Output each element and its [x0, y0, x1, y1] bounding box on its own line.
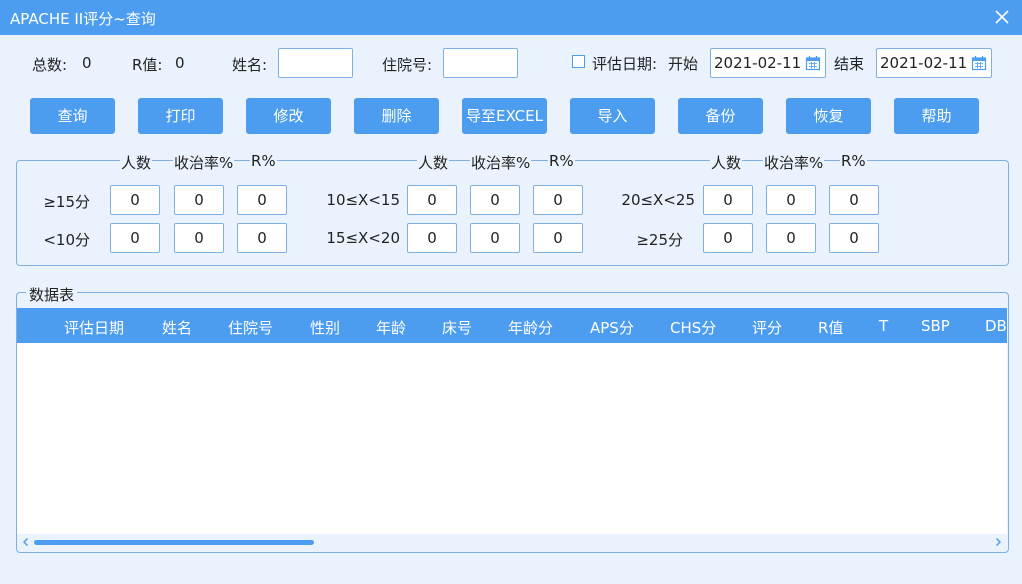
date-filter-checkbox[interactable] [572, 55, 585, 68]
range-label: <10分 [43, 231, 90, 249]
count-header: 人数 [710, 152, 743, 173]
admission-no-input[interactable] [443, 48, 518, 78]
export-excel-button[interactable]: 导至EXCEL [462, 98, 547, 134]
r-percent-value: 0 [829, 223, 879, 253]
r-percent-header: R% [548, 152, 575, 170]
delete-button[interactable]: 删除 [354, 98, 439, 134]
total-label: 总数: [32, 56, 68, 74]
admission-rate-value: 0 [174, 223, 224, 253]
admission-rate-value: 0 [766, 185, 816, 215]
chevron-right-icon[interactable] [993, 537, 1003, 547]
col-header-name[interactable]: 姓名 [162, 317, 192, 338]
admission-rate-value: 0 [470, 185, 520, 215]
count-value: 0 [703, 223, 753, 253]
total-value: 0 [82, 54, 92, 72]
col-header-assess-date[interactable]: 评估日期 [64, 317, 124, 338]
range-label: 15≤X<20 [326, 229, 400, 247]
r-percent-value: 0 [829, 185, 879, 215]
range-label: ≥25分 [636, 231, 683, 249]
count-value: 0 [110, 185, 160, 215]
count-value: 0 [407, 223, 457, 253]
range-label: ≥15分 [43, 193, 90, 211]
col-header-age[interactable]: 年龄 [376, 317, 406, 338]
admission-rate-header: 收治率% [173, 152, 235, 173]
col-header-sbp[interactable]: SBP [921, 317, 950, 335]
admission-no-label: 住院号: [382, 56, 433, 74]
r-percent-value: 0 [533, 223, 583, 253]
count-header: 人数 [120, 152, 153, 173]
r-percent-header: R% [840, 152, 867, 170]
end-date-value: 2021-02-11 [880, 54, 968, 72]
col-header-db[interactable]: DB [985, 317, 1007, 335]
window-title: APACHE II评分~查询 [10, 10, 156, 28]
table-header: 评估日期 姓名 住院号 性别 年龄 床号 年龄分 APS分 CHS分 评分 R值… [17, 308, 1007, 343]
col-header-age-score[interactable]: 年龄分 [508, 317, 553, 338]
col-header-admission-no[interactable]: 住院号 [228, 317, 273, 338]
horizontal-scrollbar[interactable] [17, 534, 1007, 550]
date-filter-label: 评估日期: [592, 55, 658, 73]
col-header-score[interactable]: 评分 [752, 317, 782, 338]
admission-rate-value: 0 [174, 185, 224, 215]
end-date-label: 结束 [834, 55, 865, 73]
r-percent-value: 0 [237, 185, 287, 215]
col-header-t[interactable]: T [879, 317, 888, 335]
chevron-left-icon[interactable] [21, 537, 31, 547]
admission-rate-value: 0 [766, 223, 816, 253]
close-icon[interactable] [994, 9, 1010, 25]
range-label: 10≤X<15 [326, 191, 400, 209]
import-button[interactable]: 导入 [570, 98, 655, 134]
scrollbar-thumb[interactable] [34, 540, 314, 545]
print-button[interactable]: 打印 [138, 98, 223, 134]
r-percent-value: 0 [533, 185, 583, 215]
col-header-aps-score[interactable]: APS分 [590, 317, 634, 338]
admission-rate-header: 收治率% [470, 152, 532, 173]
start-date-label: 开始 [668, 55, 699, 73]
count-header: 人数 [417, 152, 450, 173]
calendar-icon[interactable] [805, 55, 821, 71]
backup-button[interactable]: 备份 [678, 98, 763, 134]
col-header-r-value[interactable]: R值 [818, 317, 843, 338]
edit-button[interactable]: 修改 [246, 98, 331, 134]
end-date-picker[interactable]: 2021-02-11 [876, 48, 992, 78]
query-button[interactable]: 查询 [30, 98, 115, 134]
count-value: 0 [110, 223, 160, 253]
calendar-icon[interactable] [971, 55, 987, 71]
col-header-gender[interactable]: 性别 [310, 317, 340, 338]
admission-rate-value: 0 [470, 223, 520, 253]
r-percent-value: 0 [237, 223, 287, 253]
restore-button[interactable]: 恢复 [786, 98, 871, 134]
count-value: 0 [703, 185, 753, 215]
range-label: 20≤X<25 [621, 191, 695, 209]
datatable-legend: 数据表 [26, 284, 78, 305]
r-value: 0 [175, 54, 185, 72]
data-table[interactable]: 评估日期 姓名 住院号 性别 年龄 床号 年龄分 APS分 CHS分 评分 R值… [17, 308, 1007, 536]
col-header-chs-score[interactable]: CHS分 [670, 317, 716, 338]
start-date-value: 2021-02-11 [714, 54, 802, 72]
name-input[interactable] [278, 48, 353, 78]
title-bar: APACHE II评分~查询 [0, 0, 1022, 35]
name-label: 姓名: [232, 56, 268, 74]
count-value: 0 [407, 185, 457, 215]
help-button[interactable]: 帮助 [894, 98, 979, 134]
admission-rate-header: 收治率% [763, 152, 825, 173]
col-header-bed-no[interactable]: 床号 [442, 317, 472, 338]
r-percent-header: R% [250, 152, 277, 170]
r-value-label: R值: [132, 56, 163, 74]
start-date-picker[interactable]: 2021-02-11 [710, 48, 826, 78]
